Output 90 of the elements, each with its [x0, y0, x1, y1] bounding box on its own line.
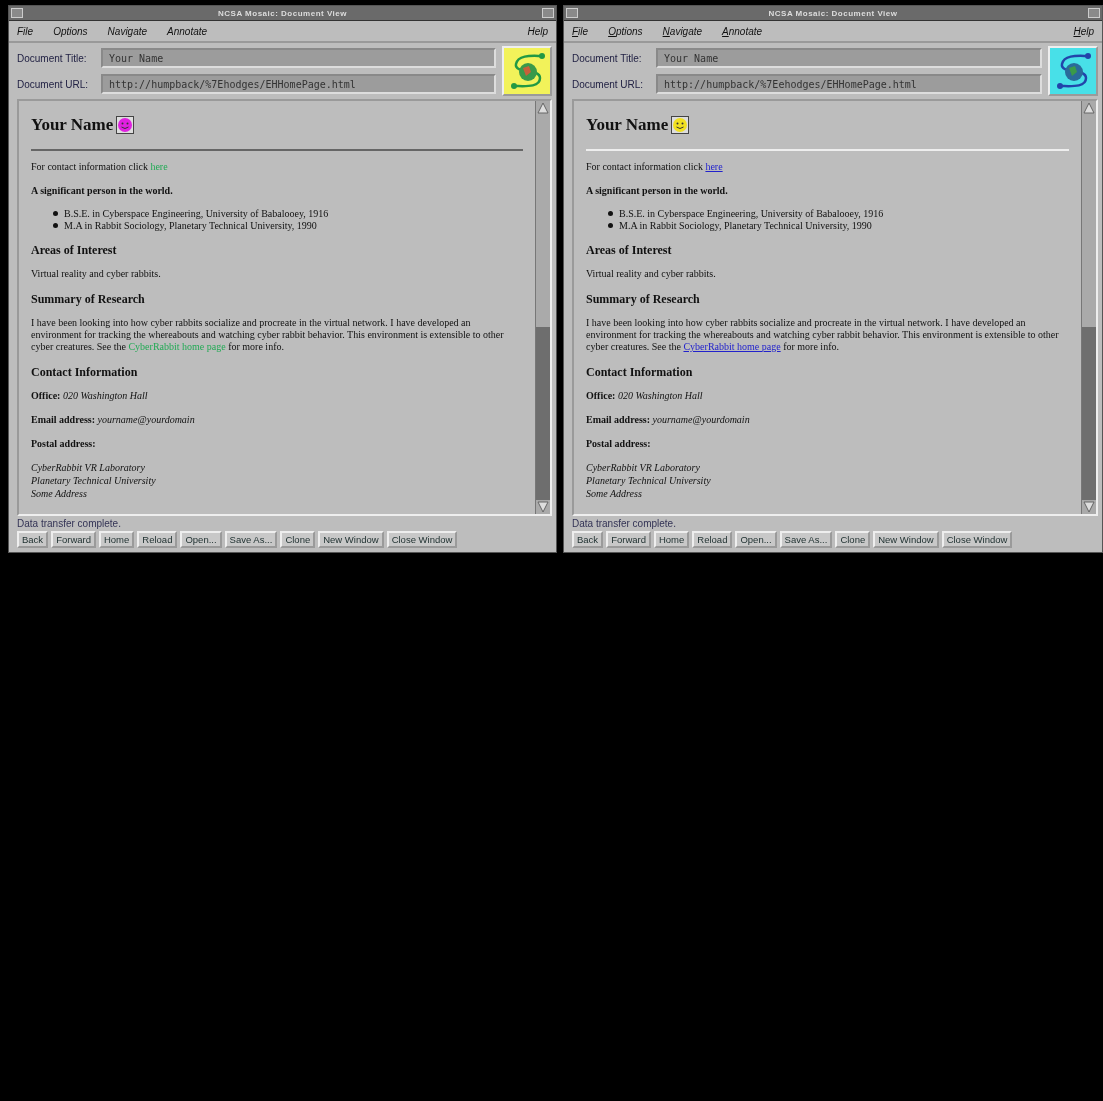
menu-item[interactable]: Options — [53, 25, 88, 37]
toolbar-button[interactable]: Reload — [137, 531, 178, 548]
link[interactable]: CyberRabbit home page — [683, 341, 781, 352]
section-heading: Areas of Interest — [31, 243, 118, 258]
menu-item[interactable]: Annotate — [167, 25, 208, 37]
paragraph: Office: 020 Washington Hall — [31, 390, 149, 402]
maximize-button[interactable] — [1088, 8, 1100, 18]
section-heading: Contact Information — [31, 365, 139, 380]
list-item: M.A in Rabbit Sociology, Planetary Technical University, 1990 — [619, 220, 872, 231]
window-title: NCSA Mosaic: Document View — [218, 8, 347, 18]
toolbar-button[interactable]: Home — [653, 531, 690, 548]
link[interactable]: here — [705, 161, 723, 172]
toolbar-button[interactable]: Back — [572, 531, 604, 548]
paragraph: Email address: yourname@yourdomain — [31, 414, 196, 426]
menu-item[interactable]: Help — [527, 25, 548, 37]
field-label: Document Title: — [17, 52, 88, 64]
page-heading: Your Name — [586, 115, 669, 135]
address-line: Some Address — [31, 487, 88, 500]
url-field[interactable]: http://humpback/%7Eehodges/EHHomePage.html — [656, 74, 1042, 94]
toolbar-button[interactable]: Open... — [735, 531, 777, 548]
paragraph: For contact information click here — [586, 161, 724, 173]
status-text: Data transfer complete. — [16, 517, 122, 529]
menu-item[interactable]: Help — [1073, 25, 1094, 37]
paragraph: Email address: yourname@yourdomain — [586, 414, 751, 426]
page-heading: Your Name — [31, 115, 114, 135]
toolbar-button[interactable]: Clone — [835, 531, 871, 548]
menu-item[interactable]: Annotate — [722, 25, 763, 37]
bullet-icon — [53, 223, 58, 228]
list-item: B.S.E. in Cyberspace Engineering, University of Babalooey, 1916 — [64, 208, 329, 219]
url-field[interactable]: http://humpback/%7Ehodges/EHHomePage.html — [101, 74, 496, 94]
paragraph: For contact information click here — [31, 161, 169, 173]
toolbar-button[interactable]: Open... — [180, 531, 222, 548]
toolbar-button[interactable]: Close Window — [386, 531, 458, 548]
list-item: B.S.E. in Cyberspace Engineering, University of Babalooey, 1916 — [619, 208, 884, 219]
bullet-icon — [608, 223, 613, 228]
down-arrow-icon — [536, 500, 550, 514]
paragraph: I have been looking into how cyber rabbits socialize and procreate in the virtual network. I have developed an environment for tracking the whereabouts and watching cyber rabbit behavior. This environment is extensible to other cyber creatures. See the CyberRabbit home page for more info. — [31, 317, 505, 353]
paragraph: A significant person in the world. — [31, 185, 174, 196]
address-line: Planetary Technical University — [586, 474, 712, 487]
scrollbar[interactable] — [1081, 101, 1096, 514]
paragraph: Postal address: — [586, 438, 652, 449]
scrollbar-thumb[interactable] — [1082, 326, 1096, 500]
menu-item[interactable]: File — [572, 25, 589, 37]
scrollbar-thumb[interactable] — [536, 326, 550, 500]
paragraph: Virtual reality and cyber rabbits. — [31, 268, 162, 280]
scrollbar[interactable] — [535, 101, 550, 514]
toolbar-button[interactable]: Reload — [692, 531, 733, 548]
toolbar-button[interactable]: Close Window — [941, 531, 1013, 548]
address-line: Some Address — [586, 487, 643, 500]
bullet-icon — [608, 211, 613, 216]
menu-item[interactable]: Navigate — [107, 25, 148, 37]
section-heading: Areas of Interest — [586, 243, 673, 258]
status-text: Data transfer complete. — [571, 517, 677, 529]
field-label: Document URL: — [572, 78, 645, 90]
menu-item[interactable]: Navigate — [662, 25, 703, 37]
window-menu-button[interactable] — [566, 8, 578, 18]
address-line: Planetary Technical University — [31, 474, 157, 487]
field-label: Document Title: — [572, 52, 643, 64]
toolbar-button[interactable]: New Window — [318, 531, 384, 548]
bullet-icon — [53, 211, 58, 216]
section-heading: Summary of Research — [31, 292, 146, 307]
toolbar-button[interactable]: Back — [17, 531, 49, 548]
toolbar-button[interactable]: Save As... — [779, 531, 833, 548]
title-field[interactable]: Your Name — [101, 48, 496, 68]
title-field[interactable]: Your Name — [656, 48, 1042, 68]
section-heading: Contact Information — [586, 365, 694, 380]
menu-item[interactable]: File — [17, 25, 34, 37]
paragraph: Postal address: — [31, 438, 97, 449]
toolbar-button[interactable]: Save As... — [224, 531, 278, 548]
toolbar-button[interactable]: Home — [98, 531, 135, 548]
list-item: M.A in Rabbit Sociology, Planetary Technical University, 1990 — [64, 220, 317, 231]
paragraph: A significant person in the world. — [586, 185, 729, 196]
up-arrow-icon — [1082, 101, 1096, 115]
section-heading: Summary of Research — [586, 292, 701, 307]
toolbar-button[interactable]: New Window — [873, 531, 939, 548]
toolbar-button[interactable]: Clone — [280, 531, 316, 548]
window-title: NCSA Mosaic: Document View — [768, 8, 898, 18]
address-line: CyberRabbit VR Laboratory — [31, 461, 146, 474]
toolbar-button[interactable]: Forward — [51, 531, 96, 548]
field-label: Document URL: — [17, 78, 90, 90]
maximize-button[interactable] — [542, 8, 554, 18]
address-line: CyberRabbit VR Laboratory — [586, 461, 701, 474]
down-arrow-icon — [1082, 500, 1096, 514]
window-menu-button[interactable] — [11, 8, 23, 18]
toolbar-button[interactable]: Forward — [606, 531, 651, 548]
paragraph: I have been looking into how cyber rabbits socialize and procreate in the virtual network. I have developed an environment for tracking the whereabouts and watching cyber rabbit behavior. This environment is extensible to other cyber creatures. See the CyberRabbit home page for more info. — [586, 317, 1060, 353]
paragraph: Virtual reality and cyber rabbits. — [586, 268, 717, 280]
up-arrow-icon — [536, 101, 550, 115]
paragraph: Office: 020 Washington Hall — [586, 390, 704, 402]
menu-item[interactable]: Options — [608, 25, 643, 37]
